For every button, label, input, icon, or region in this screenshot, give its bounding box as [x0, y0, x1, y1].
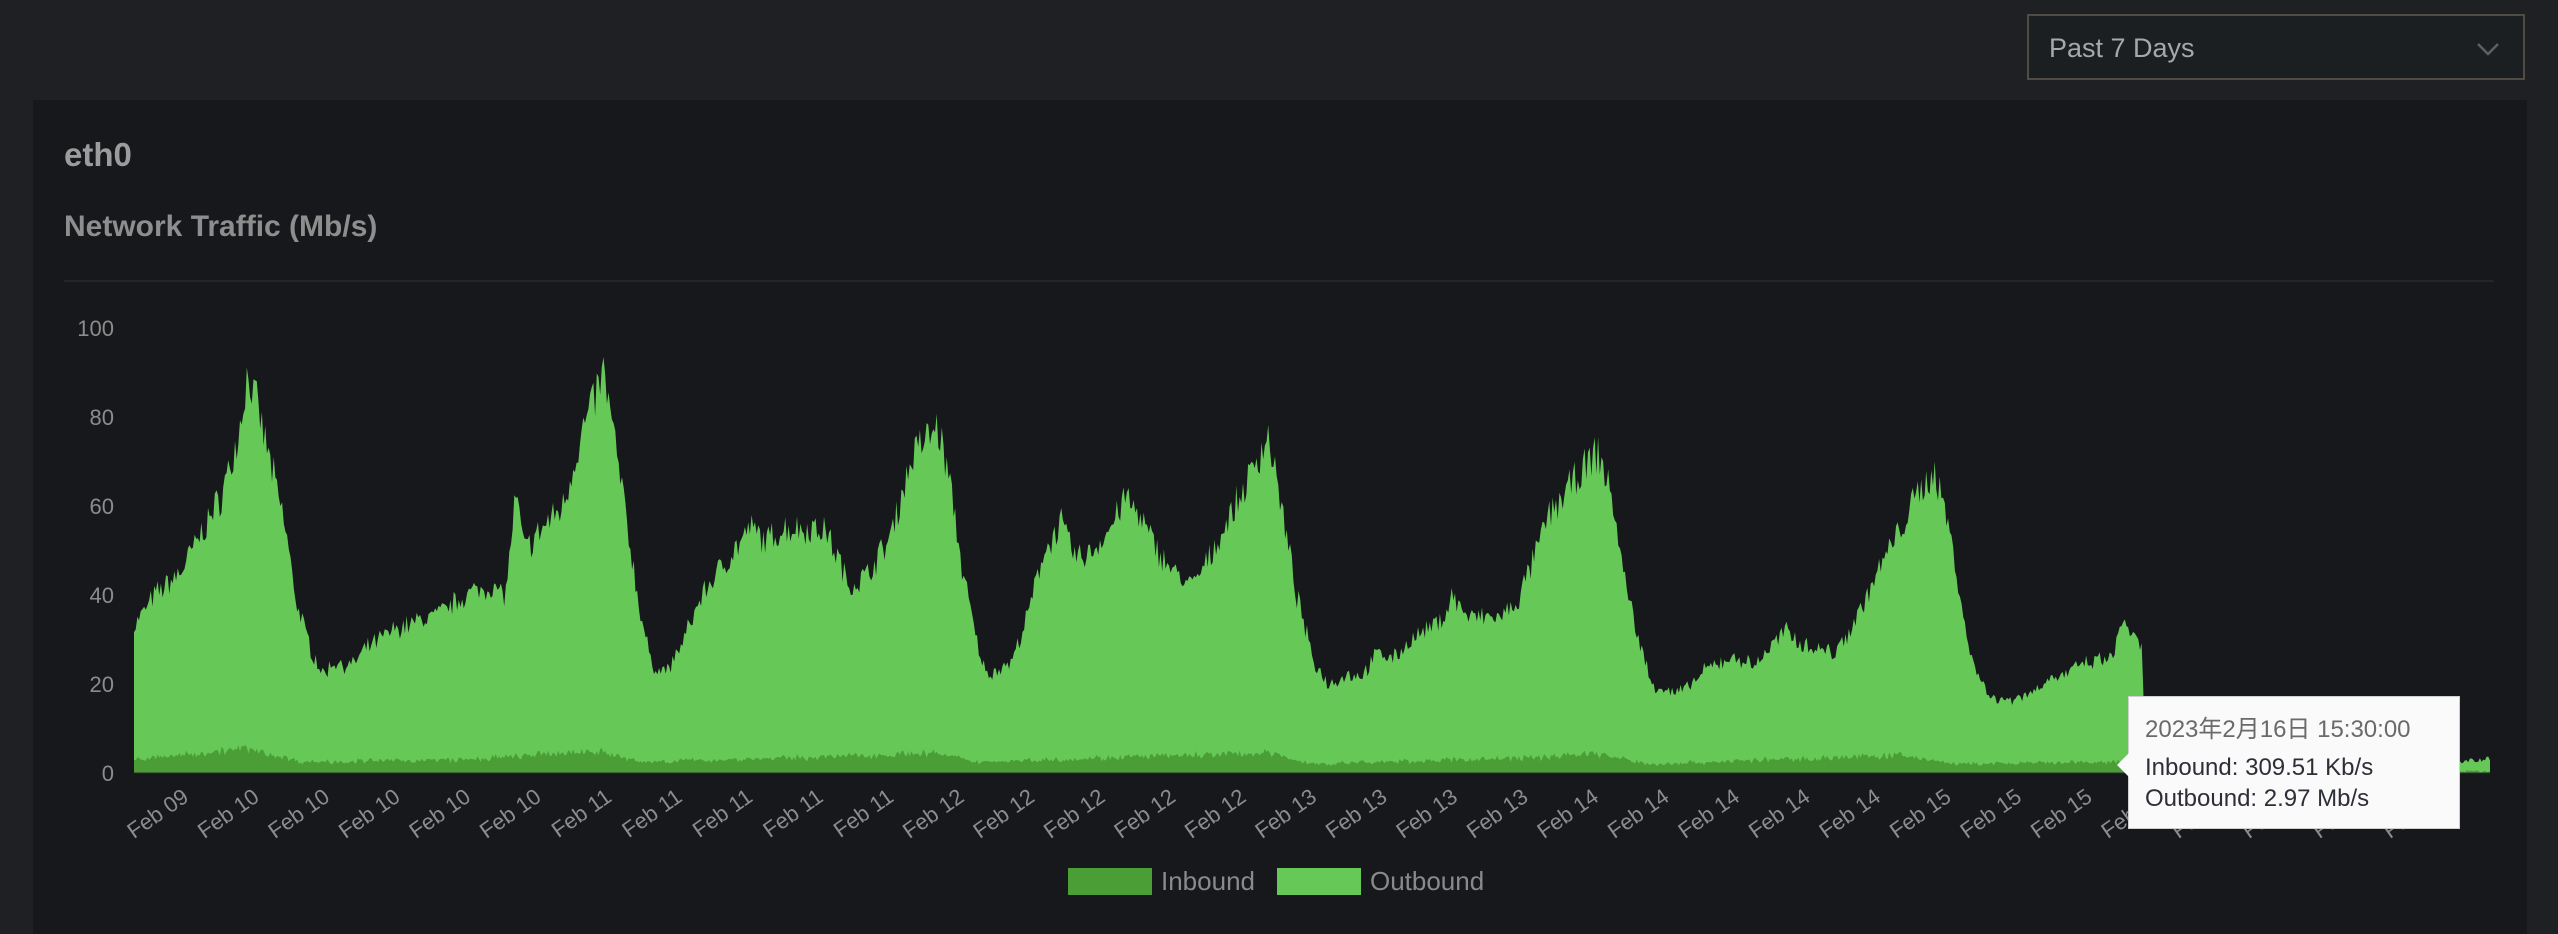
x-tick-label: Feb 11: [547, 784, 616, 843]
x-tick-label: Feb 13: [1462, 784, 1532, 844]
x-axis: Feb 09 Feb 10 Feb 10 Feb 10 Feb 10 Feb 10 Feb …: [122, 784, 2448, 844]
y-tick-label: 20: [90, 672, 114, 697]
chart-legend: Inbound Outbound: [1068, 866, 1506, 897]
x-tick-label: Feb 14: [1532, 784, 1602, 844]
y-tick-label: 0: [102, 761, 114, 786]
tooltip-arrow: [2117, 753, 2129, 777]
x-tick-label: Feb 12: [898, 784, 968, 844]
y-tick-label: 60: [90, 494, 114, 519]
legend-item-outbound[interactable]: Outbound: [1276, 866, 1485, 897]
x-tick-label: Feb 10: [263, 784, 333, 844]
tooltip-inbound: Inbound: 309.51 Kb/s: [2145, 754, 2374, 781]
x-tick-label: Feb 15: [2026, 784, 2096, 844]
x-tick-label: Feb 12: [1180, 784, 1250, 844]
x-tick-label: Feb 11: [829, 784, 898, 843]
x-tick-label: Feb 10: [334, 784, 404, 844]
x-tick-label: Feb 11: [617, 784, 686, 843]
legend-label-outbound: Outbound: [1369, 866, 1485, 896]
x-tick-label: Feb 11: [688, 784, 757, 843]
y-axis: 0 20 40 60 80 100: [77, 316, 114, 786]
x-tick-label: Feb 11: [758, 784, 827, 843]
tooltip-time: 2023年2月16日 15:30:00: [2145, 716, 2411, 743]
x-tick-label: Feb 14: [1673, 784, 1743, 844]
y-tick-label: 100: [77, 316, 114, 341]
x-tick-label: Feb 13: [1321, 784, 1391, 844]
y-tick-label: 40: [90, 583, 114, 608]
x-tick-label: Feb 09: [122, 784, 192, 844]
legend-swatch-inbound: [1068, 868, 1152, 895]
x-tick-label: Feb 14: [1744, 784, 1814, 844]
tooltip-outbound: Outbound: 2.97 Mb/s: [2145, 785, 2370, 812]
legend-label-inbound: Inbound: [1161, 866, 1255, 896]
x-tick-label: Feb 14: [1603, 784, 1673, 844]
x-tick-label: Feb 10: [475, 784, 545, 844]
y-tick-label: 80: [90, 405, 114, 430]
x-tick-label: Feb 10: [193, 784, 263, 844]
x-tick-label: Feb 13: [1391, 784, 1461, 844]
x-tick-label: Feb 14: [1814, 784, 1884, 844]
x-tick-label: Feb 13: [1250, 784, 1320, 844]
x-tick-label: Feb 12: [1109, 784, 1179, 844]
x-tick-label: Feb 10: [404, 784, 474, 844]
chart-tooltip: 2023年2月16日 15:30:00 Inbound: 309.51 Kb/s…: [2117, 696, 2460, 829]
x-tick-label: Feb 12: [1039, 784, 1109, 844]
x-tick-label: Feb 15: [1885, 784, 1955, 844]
x-tick-label: Feb 15: [1955, 784, 2025, 844]
x-tick-label: Feb 12: [968, 784, 1038, 844]
legend-swatch-outbound: [1276, 868, 1361, 895]
legend-item-inbound[interactable]: Inbound: [1068, 866, 1255, 897]
